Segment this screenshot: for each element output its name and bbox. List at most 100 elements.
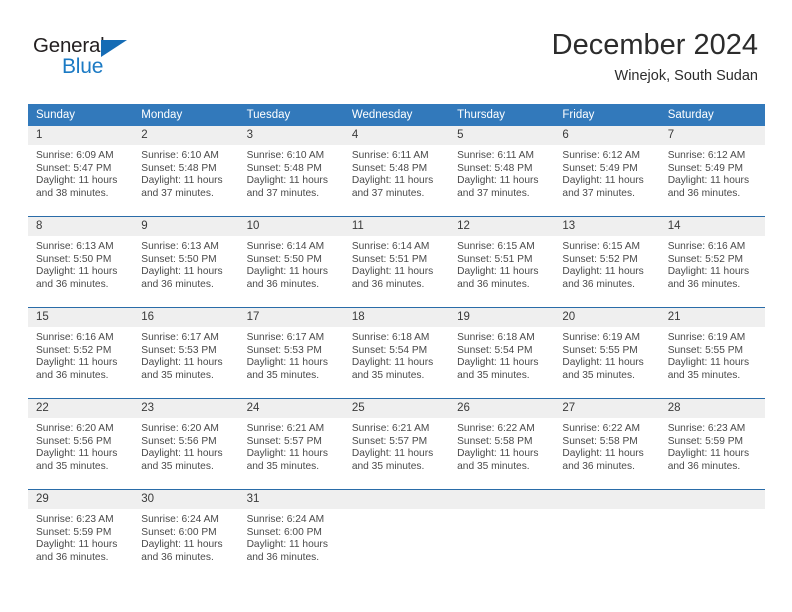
sunrise-time: Sunrise: 6:24 AM xyxy=(141,514,219,525)
sunrise-time: Sunrise: 6:15 AM xyxy=(457,241,535,252)
daylight-duration-line2: and 38 minutes. xyxy=(36,187,109,199)
day-details xyxy=(449,509,554,514)
daylight-duration-line2: and 35 minutes. xyxy=(246,460,320,472)
day-number xyxy=(554,490,660,509)
day-number: 9 xyxy=(133,217,239,236)
calendar-day-cell[interactable]: 7 Sunrise: 6:12 AM Sunset: 5:49 PM Daylight… xyxy=(659,126,765,216)
sunrise-time: Sunrise: 6:24 AM xyxy=(246,514,325,525)
calendar-day-cell[interactable]: 12 Sunrise: 6:15 AM Sunset: 5:51 PM Dayligh… xyxy=(449,217,555,307)
day-number: 21 xyxy=(659,308,765,327)
daylight-duration-line1: Daylight: 11 hours xyxy=(457,175,539,187)
day-details: Sunrise: 6:14 AM Sunset: 5:50 PM Daylight:… xyxy=(239,236,344,291)
calendar-day-cell[interactable]: 6 Sunrise: 6:12 AM Sunset: 5:49 PM Daylight… xyxy=(554,126,660,216)
daylight-duration-line1: Daylight: 11 hours xyxy=(667,448,750,460)
sunset-time: Sunset: 5:53 PM xyxy=(141,344,217,356)
day-number: 13 xyxy=(554,217,660,236)
weekday-header-sunday: Sunday xyxy=(28,104,134,126)
daylight-duration-line1: Daylight: 11 hours xyxy=(562,266,644,278)
calendar-day-cell[interactable]: 27 Sunrise: 6:22 AM Sunset: 5:58 PM Dayligh… xyxy=(554,399,660,489)
day-number: 2 xyxy=(133,126,239,145)
daylight-duration-line2: and 37 minutes. xyxy=(562,187,635,199)
sunset-time: Sunset: 5:48 PM xyxy=(246,162,322,174)
sunset-time: Sunset: 5:52 PM xyxy=(562,253,638,265)
daylight-duration-line2: and 37 minutes. xyxy=(246,187,320,199)
daylight-duration-line2: and 37 minutes. xyxy=(351,187,425,199)
daylight-duration-line1: Daylight: 11 hours xyxy=(246,448,328,460)
daylight-duration-line2: and 35 minutes. xyxy=(667,369,741,381)
daylight-duration-line2: and 35 minutes. xyxy=(457,460,530,472)
sunrise-time: Sunrise: 6:13 AM xyxy=(141,241,219,252)
sunrise-time: Sunrise: 6:20 AM xyxy=(36,423,114,434)
sunrise-time: Sunrise: 6:22 AM xyxy=(562,423,640,434)
calendar-day-cell[interactable]: 24 Sunrise: 6:21 AM Sunset: 5:57 PM Dayligh… xyxy=(238,399,344,489)
daylight-duration-line1: Daylight: 11 hours xyxy=(457,357,539,369)
daylight-duration-line1: Daylight: 11 hours xyxy=(667,357,750,369)
daylight-duration-line2: and 36 minutes. xyxy=(36,551,109,563)
weekday-header-friday: Friday xyxy=(554,104,660,126)
calendar-day-cell[interactable]: 13 Sunrise: 6:15 AM Sunset: 5:52 PM Dayligh… xyxy=(554,217,660,307)
day-details: Sunrise: 6:13 AM Sunset: 5:50 PM Daylight:… xyxy=(133,236,238,291)
calendar-day-cell[interactable]: 4 Sunrise: 6:11 AM Sunset: 5:48 PM Daylight… xyxy=(343,126,450,216)
sunset-time: Sunset: 5:58 PM xyxy=(562,435,638,447)
calendar-day-cell-empty xyxy=(449,490,555,580)
daylight-duration-line2: and 35 minutes. xyxy=(141,369,214,381)
daylight-duration-line2: and 36 minutes. xyxy=(351,278,425,290)
generalblue-logo[interactable]: General Blue xyxy=(33,35,183,84)
calendar-day-cell[interactable]: 17 Sunrise: 6:17 AM Sunset: 5:53 PM Dayligh… xyxy=(238,308,344,398)
day-number: 19 xyxy=(449,308,555,327)
calendar-day-cell[interactable]: 21 Sunrise: 6:19 AM Sunset: 5:55 PM Dayligh… xyxy=(659,308,765,398)
daylight-duration-line2: and 37 minutes. xyxy=(141,187,214,199)
sunrise-time: Sunrise: 6:21 AM xyxy=(246,423,325,434)
weekday-header-row: Sunday Monday Tuesday Wednesday Thursday… xyxy=(28,104,765,126)
calendar-day-cell[interactable]: 14 Sunrise: 6:16 AM Sunset: 5:52 PM Dayligh… xyxy=(659,217,765,307)
sunrise-time: Sunrise: 6:20 AM xyxy=(141,423,219,434)
calendar-week-row: 29 Sunrise: 6:23 AM Sunset: 5:59 PM Dayligh… xyxy=(28,489,765,580)
sunset-time: Sunset: 5:48 PM xyxy=(351,162,428,174)
calendar-day-cell[interactable]: 10 Sunrise: 6:14 AM Sunset: 5:50 PM Dayligh… xyxy=(238,217,344,307)
day-number: 26 xyxy=(449,399,555,418)
calendar-day-cell[interactable]: 9 Sunrise: 6:13 AM Sunset: 5:50 PM Daylight… xyxy=(133,217,239,307)
calendar-day-cell[interactable]: 20 Sunrise: 6:19 AM Sunset: 5:55 PM Dayligh… xyxy=(554,308,660,398)
calendar-day-cell[interactable]: 23 Sunrise: 6:20 AM Sunset: 5:56 PM Dayligh… xyxy=(133,399,239,489)
sunset-time: Sunset: 5:48 PM xyxy=(457,162,533,174)
calendar-day-cell[interactable]: 8 Sunrise: 6:13 AM Sunset: 5:50 PM Daylight… xyxy=(28,217,134,307)
day-number: 7 xyxy=(659,126,765,145)
calendar-day-cell[interactable]: 16 Sunrise: 6:17 AM Sunset: 5:53 PM Dayligh… xyxy=(133,308,239,398)
calendar-day-cell[interactable]: 5 Sunrise: 6:11 AM Sunset: 5:48 PM Daylight… xyxy=(449,126,555,216)
day-number: 8 xyxy=(28,217,134,236)
calendar-day-cell[interactable]: 11 Sunrise: 6:14 AM Sunset: 5:51 PM Dayligh… xyxy=(343,217,450,307)
calendar-day-cell[interactable]: 3 Sunrise: 6:10 AM Sunset: 5:48 PM Daylight… xyxy=(238,126,344,216)
sunrise-time: Sunrise: 6:15 AM xyxy=(562,241,640,252)
day-number: 6 xyxy=(554,126,660,145)
calendar-day-cell[interactable]: 15 Sunrise: 6:16 AM Sunset: 5:52 PM Dayligh… xyxy=(28,308,134,398)
day-details: Sunrise: 6:11 AM Sunset: 5:48 PM Daylight:… xyxy=(449,145,554,200)
day-number: 24 xyxy=(238,399,344,418)
day-number: 27 xyxy=(554,399,660,418)
calendar-day-cell[interactable]: 28 Sunrise: 6:23 AM Sunset: 5:59 PM Dayligh… xyxy=(659,399,765,489)
calendar-day-cell[interactable]: 30 Sunrise: 6:24 AM Sunset: 6:00 PM Dayligh… xyxy=(133,490,239,580)
calendar-day-cell[interactable]: 31 Sunrise: 6:24 AM Sunset: 6:00 PM Dayligh… xyxy=(238,490,344,580)
daylight-duration-line2: and 36 minutes. xyxy=(562,278,635,290)
calendar-day-cell[interactable]: 1 Sunrise: 6:09 AM Sunset: 5:47 PM Daylight… xyxy=(28,126,134,216)
calendar-day-cell[interactable]: 29 Sunrise: 6:23 AM Sunset: 5:59 PM Dayligh… xyxy=(28,490,134,580)
sunset-time: Sunset: 5:50 PM xyxy=(246,253,322,265)
day-details: Sunrise: 6:24 AM Sunset: 6:00 PM Daylight:… xyxy=(239,509,344,564)
calendar-day-cell[interactable]: 19 Sunrise: 6:18 AM Sunset: 5:54 PM Dayligh… xyxy=(449,308,555,398)
sunrise-time: Sunrise: 6:14 AM xyxy=(351,241,430,252)
calendar-week-row: 8 Sunrise: 6:13 AM Sunset: 5:50 PM Daylight… xyxy=(28,216,765,308)
sunrise-time: Sunrise: 6:17 AM xyxy=(141,332,219,343)
calendar-page: General Blue December 2024 Winejok, Sout… xyxy=(0,0,792,612)
day-details: Sunrise: 6:20 AM Sunset: 5:56 PM Daylight:… xyxy=(133,418,238,473)
calendar-day-cell[interactable]: 22 Sunrise: 6:20 AM Sunset: 5:56 PM Dayligh… xyxy=(28,399,134,489)
weekday-header-monday: Monday xyxy=(133,104,239,126)
calendar-day-cell[interactable]: 25 Sunrise: 6:21 AM Sunset: 5:57 PM Dayligh… xyxy=(343,399,450,489)
day-number: 25 xyxy=(343,399,450,418)
day-details: Sunrise: 6:18 AM Sunset: 5:54 PM Daylight:… xyxy=(344,327,449,382)
day-number: 22 xyxy=(28,399,134,418)
calendar-day-cell[interactable]: 2 Sunrise: 6:10 AM Sunset: 5:48 PM Daylight… xyxy=(133,126,239,216)
sunset-time: Sunset: 5:55 PM xyxy=(667,344,744,356)
calendar-day-cell[interactable]: 18 Sunrise: 6:18 AM Sunset: 5:54 PM Dayligh… xyxy=(343,308,450,398)
calendar-day-cell[interactable]: 26 Sunrise: 6:22 AM Sunset: 5:58 PM Dayligh… xyxy=(449,399,555,489)
sunrise-time: Sunrise: 6:11 AM xyxy=(351,150,429,161)
sunrise-time: Sunrise: 6:13 AM xyxy=(36,241,114,252)
